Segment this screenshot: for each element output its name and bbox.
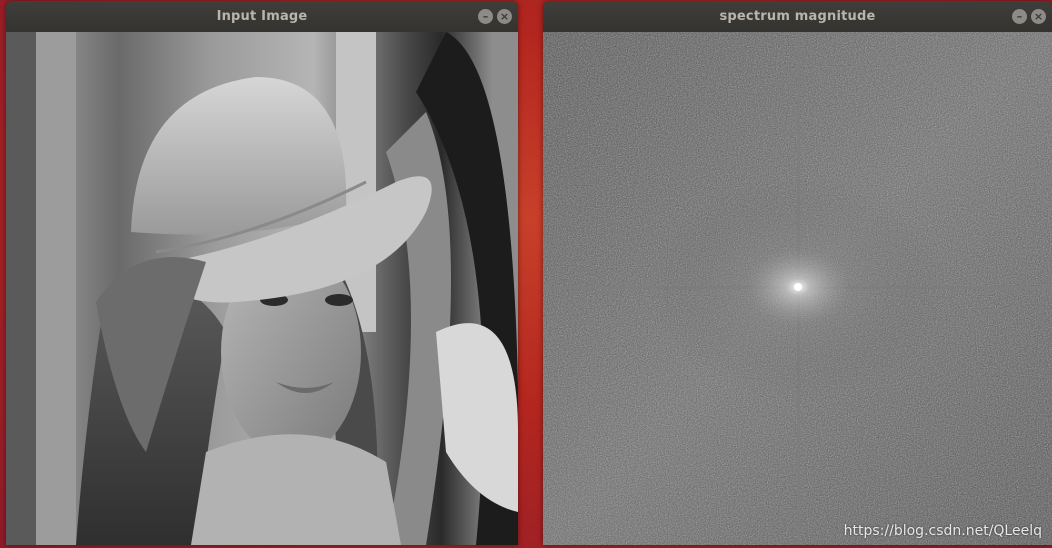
input-image-window: Input Image – × bbox=[6, 1, 518, 545]
close-icon[interactable]: × bbox=[1031, 9, 1046, 24]
minimize-icon[interactable]: – bbox=[478, 9, 493, 24]
minimize-icon[interactable]: – bbox=[1012, 9, 1027, 24]
input-image-titlebar[interactable]: Input Image – × bbox=[6, 1, 518, 33]
close-icon[interactable]: × bbox=[497, 9, 512, 24]
input-image bbox=[6, 32, 518, 545]
spectrum-magnitude-window: spectrum magnitude – × https://blog.csdn… bbox=[543, 1, 1052, 545]
window-title: Input Image bbox=[216, 9, 308, 24]
window-title: spectrum magnitude bbox=[719, 9, 876, 24]
grayscale-portrait-image bbox=[6, 32, 518, 545]
spectrum-magnitude-titlebar[interactable]: spectrum magnitude – × bbox=[543, 1, 1052, 33]
watermark-text: https://blog.csdn.net/QLeelq bbox=[843, 523, 1042, 539]
fft-spectrum-image: https://blog.csdn.net/QLeelq bbox=[543, 32, 1052, 545]
spectrum-magnitude-image: https://blog.csdn.net/QLeelq bbox=[543, 32, 1052, 545]
